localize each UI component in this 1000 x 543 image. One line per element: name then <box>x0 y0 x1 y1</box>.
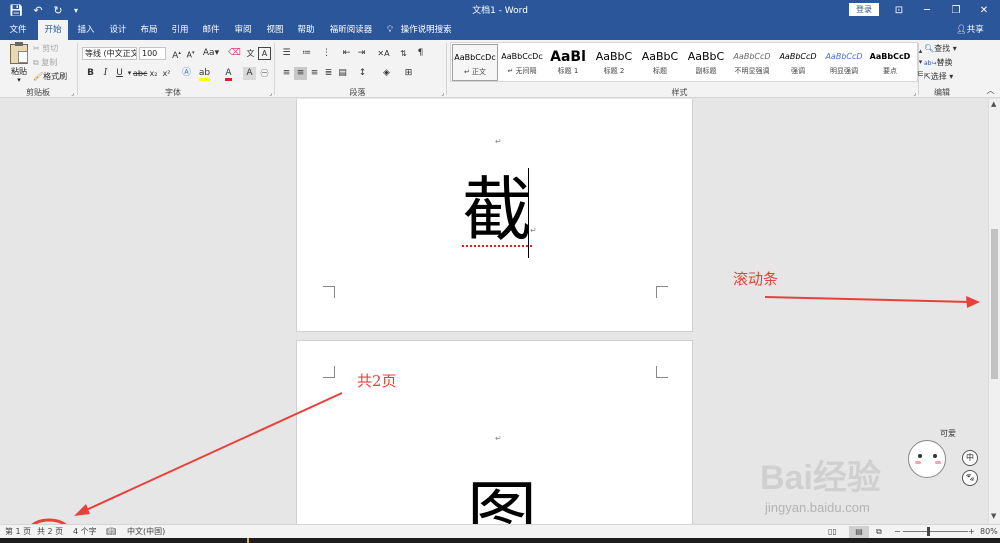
status-page-number[interactable]: 第 1 页 <box>5 526 31 538</box>
ime-chinese-button[interactable]: 中 <box>962 450 978 466</box>
zoom-in-icon[interactable]: + <box>968 526 975 538</box>
print-layout-icon[interactable]: ▤ <box>849 526 869 538</box>
zoom-slider[interactable] <box>903 527 968 536</box>
status-language[interactable]: 中文(中国) <box>127 526 165 538</box>
arrowhead <box>966 296 980 308</box>
baidu-watermark-url: jingyan.baidu.com <box>765 500 870 515</box>
mascot-text: 可爱 <box>940 429 956 438</box>
mascot-sticker: 可爱 <box>900 428 960 498</box>
status-zoom-level[interactable]: 80% <box>980 526 998 538</box>
paw-icon[interactable]: 🐾︎ <box>962 470 978 486</box>
status-word-count[interactable]: 4 个字 <box>73 526 97 538</box>
read-mode-icon[interactable]: ▯▯ <box>828 526 837 538</box>
baidu-watermark-logo: Bai经验 <box>760 459 881 497</box>
proofing-icon[interactable]: 📖︎ <box>106 526 116 538</box>
status-total-pages[interactable]: 共 2 页 <box>37 526 63 538</box>
zoom-out-icon[interactable]: − <box>894 526 901 538</box>
taskbar <box>0 538 1000 543</box>
zoom-slider-thumb[interactable] <box>927 527 930 536</box>
web-layout-icon[interactable]: ⧉ <box>876 526 882 538</box>
mascot-face-icon <box>908 440 946 478</box>
arrow-to-page-count <box>83 392 343 512</box>
arrowhead <box>74 504 90 516</box>
status-bar: 第 1 页 共 2 页 4 个字 📖︎ 中文(中国) ▯▯ ▤ ⧉ − + 80… <box>0 524 1000 538</box>
arrow-to-scrollbar <box>764 296 971 303</box>
